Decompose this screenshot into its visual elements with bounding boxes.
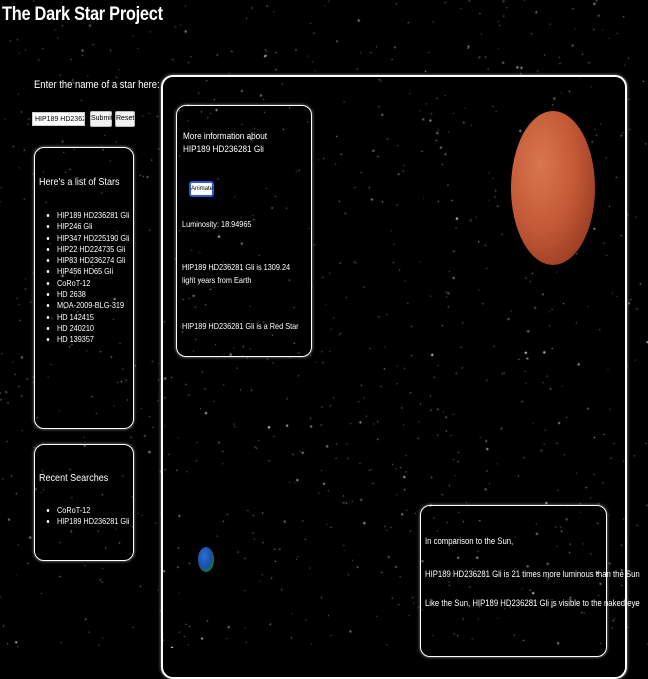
luminosity-text: Luminosity: 18.94965 <box>182 219 252 229</box>
sun-comparison-panel: In comparison to the Sun, HIP189 HD23628… <box>420 505 640 657</box>
star-list-item[interactable]: HD 240210 <box>57 323 129 334</box>
submit-button[interactable]: Submit <box>90 111 113 127</box>
search-prompt: Enter the name of a star here: <box>34 79 160 91</box>
star-list-item[interactable]: HIP456 HD65 Gli <box>57 266 129 277</box>
star-list-item[interactable]: HIP246 Gli <box>57 221 129 232</box>
comparison-luminosity: HIP189 HD236281 Gli is 21 times more lum… <box>425 569 640 579</box>
animate-button[interactable]: Animate <box>189 181 214 197</box>
page-title: The Dark Star Project <box>2 4 163 25</box>
comparison-heading: In comparison to the Sun, <box>425 536 514 546</box>
star-list-title: Here's a list of Stars <box>39 176 120 188</box>
star-list-item[interactable]: CoRoT-12 <box>57 278 129 289</box>
star-list-item[interactable]: MOA-2009-BLG-319 <box>57 300 129 311</box>
star-list-item[interactable]: HD 2638 <box>57 289 129 300</box>
classification-text: HIP189 HD236281 Gli is a Red Star <box>182 321 299 331</box>
comparison-visibility: Like the Sun, HIP189 HD236281 Gli is vis… <box>425 598 640 608</box>
earth-sphere <box>198 547 214 572</box>
star-list-item[interactable]: HIP347 HD225190 Gli <box>57 233 129 244</box>
star-search-input[interactable]: HIP189 HD236281 Gli <box>32 112 85 126</box>
star-list: HIP189 HD236281 Gli HIP246 Gli HIP347 HD… <box>35 210 141 346</box>
recent-search-item[interactable]: HIP189 HD236281 Gli <box>57 516 129 527</box>
star-list-item[interactable]: HD 142415 <box>57 312 129 323</box>
recent-searches-list: CoRoT-12 HIP189 HD236281 Gli <box>35 505 141 528</box>
star-list-item[interactable]: HIP189 HD236281 Gli <box>57 210 129 221</box>
star-info-title-text: More information about HIP189 HD236281 G… <box>183 131 268 155</box>
reset-button[interactable]: Reset <box>115 111 135 127</box>
star-list-item[interactable]: HD 139357 <box>57 334 129 345</box>
star-list-panel: Here's a list of Stars HIP189 HD236281 G… <box>34 147 134 429</box>
star-list-item[interactable]: HIP22 HD224735 Gli <box>57 244 129 255</box>
star-sphere <box>511 111 595 265</box>
recent-searches-title: Recent Searches <box>39 472 109 484</box>
recent-search-item[interactable]: CoRoT-12 <box>57 505 129 516</box>
star-info-title: More information about HIP189 HD236281 G… <box>183 130 295 156</box>
recent-searches-panel: Recent Searches CoRoT-12 HIP189 HD236281… <box>34 444 134 561</box>
star-list-item[interactable]: HIP83 HD236274 Gli <box>57 255 129 266</box>
star-info-panel: More information about HIP189 HD236281 G… <box>176 105 312 357</box>
distance-text: HIP189 HD236281 Gli is 1309.24 light yea… <box>182 262 291 285</box>
